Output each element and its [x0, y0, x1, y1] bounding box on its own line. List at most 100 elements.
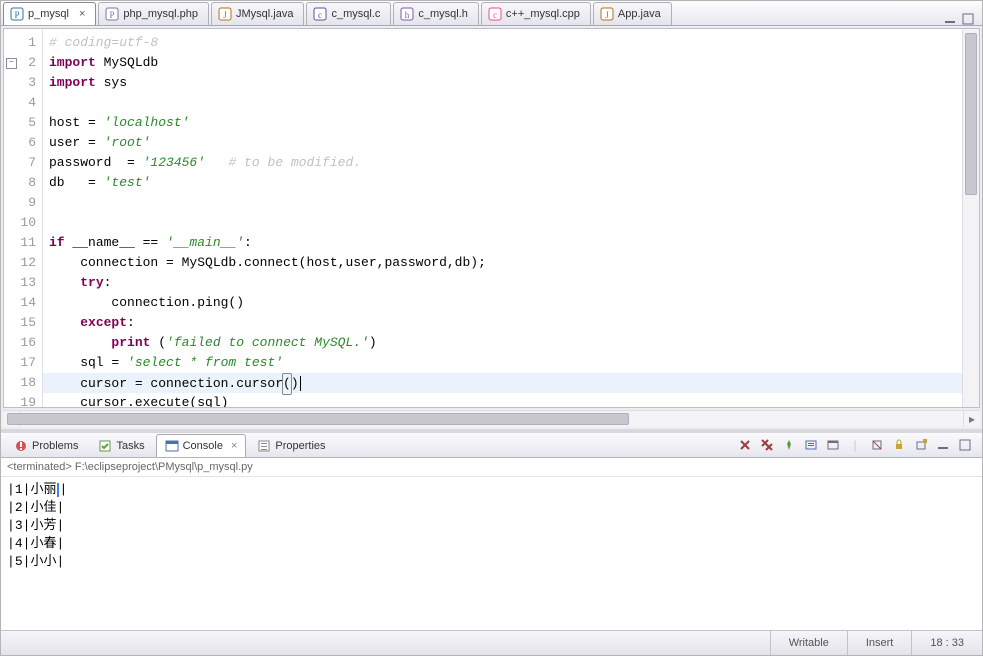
editor-horizontal-scrollbar[interactable]: ◂ ▸ — [3, 410, 980, 427]
line-number[interactable]: 1 — [4, 33, 42, 53]
console-line[interactable]: |5|小小| — [7, 553, 976, 571]
code-line[interactable]: except: — [43, 313, 962, 333]
line-number[interactable]: 3 — [4, 73, 42, 93]
line-number[interactable]: 6 — [4, 133, 42, 153]
editor-tab[interactable]: hc_mysql.h — [393, 2, 479, 25]
scroll-thumb[interactable] — [965, 33, 977, 195]
console-line[interactable]: |4|小春| — [7, 535, 976, 553]
close-icon[interactable]: × — [231, 440, 237, 452]
code-line[interactable]: connection = MySQLdb.connect(host,user,p… — [43, 253, 962, 273]
line-number[interactable]: 12 — [4, 253, 42, 273]
code-line[interactable]: cursor = connection.cursor() — [43, 373, 962, 393]
file-type-icon: c — [488, 7, 502, 21]
clear-console-icon[interactable] — [868, 436, 886, 454]
code-line[interactable]: password = '123456' # to be modified. — [43, 153, 962, 173]
minimize-panel-icon[interactable] — [944, 13, 956, 25]
editor-code[interactable]: # coding=utf-8import MySQLdbimport sys ho… — [43, 29, 962, 408]
editor-tab[interactable]: Pphp_mysql.php — [98, 2, 209, 25]
remove-all-launch-icon[interactable] — [758, 436, 776, 454]
code-line[interactable]: try: — [43, 273, 962, 293]
line-number[interactable]: −2 — [4, 53, 42, 73]
editor-tab[interactable]: JJMysql.java — [211, 2, 304, 25]
code-line[interactable]: sql = 'select * from test' — [43, 353, 962, 373]
line-number[interactable]: 14 — [4, 293, 42, 313]
editor-tab[interactable]: c c++_mysql.cpp — [481, 2, 591, 25]
line-number[interactable]: 16 — [4, 333, 42, 353]
view-tab[interactable]: Console× — [156, 434, 247, 457]
row-id: 1 — [15, 482, 23, 497]
close-icon[interactable]: × — [79, 8, 85, 20]
code-token: 'test' — [104, 175, 151, 190]
maximize-view-icon[interactable] — [956, 436, 974, 454]
code-line[interactable] — [43, 213, 962, 233]
code-token: password = — [49, 155, 143, 170]
console-line[interactable]: |1|小丽| — [7, 481, 976, 499]
console-output[interactable]: |1|小丽||2|小佳||3|小芳||4|小春||5|小小| — [1, 477, 982, 630]
editor-gutter: 1−2345678910111213141516171819 — [4, 29, 43, 408]
line-number[interactable]: 9 — [4, 193, 42, 213]
code-token: ( — [150, 335, 166, 350]
line-number[interactable]: 17 — [4, 353, 42, 373]
console-line[interactable]: |3|小芳| — [7, 517, 976, 535]
tab-label: App.java — [618, 8, 661, 20]
code-line[interactable]: user = 'root' — [43, 133, 962, 153]
code-token: connection.ping() — [49, 295, 244, 310]
code-line[interactable]: connection.ping() — [43, 293, 962, 313]
editor-tab[interactable]: JApp.java — [593, 2, 672, 25]
code-line[interactable] — [43, 93, 962, 113]
code-line[interactable] — [43, 193, 962, 213]
file-type-icon: P — [105, 7, 119, 21]
line-number[interactable]: 8 — [4, 173, 42, 193]
fold-toggle-icon[interactable]: − — [6, 58, 17, 69]
line-number[interactable]: 11 — [4, 233, 42, 253]
row-id: 3 — [15, 518, 23, 533]
status-cursor-pos: 18 : 33 — [911, 631, 982, 655]
view-tab[interactable]: Properties — [248, 434, 334, 457]
scroll-thumb[interactable] — [7, 413, 629, 425]
properties-icon — [257, 439, 271, 453]
open-console-icon[interactable] — [824, 436, 842, 454]
editor-tab[interactable]: Pp_mysql× — [3, 2, 96, 25]
line-number[interactable]: 15 — [4, 313, 42, 333]
display-selected-icon[interactable] — [802, 436, 820, 454]
code-token: : — [104, 275, 112, 290]
scroll-lock-icon[interactable] — [890, 436, 908, 454]
minimize-view-icon[interactable] — [934, 436, 952, 454]
tab-label: c++_mysql.cpp — [506, 8, 580, 20]
code-token: '__main__' — [166, 235, 244, 250]
line-number[interactable]: 10 — [4, 213, 42, 233]
line-number[interactable]: 18 — [4, 373, 42, 393]
editor-tab[interactable]: cc_mysql.c — [306, 2, 391, 25]
maximize-panel-icon[interactable] — [962, 13, 974, 25]
ide-root: Pp_mysql × Pphp_mysql.phpJJMysql.javacc_my… — [0, 0, 983, 656]
row-name: 小小 — [30, 554, 56, 569]
editor-vertical-scrollbar[interactable] — [962, 29, 979, 408]
code-line[interactable]: db = 'test' — [43, 173, 962, 193]
line-number[interactable]: 13 — [4, 273, 42, 293]
code-token: ) — [369, 335, 377, 350]
code-line[interactable]: if __name__ == '__main__': — [43, 233, 962, 253]
code-line[interactable]: import MySQLdb — [43, 53, 962, 73]
line-number[interactable]: 5 — [4, 113, 42, 133]
views-tabbar: ProblemsTasksConsole×Properties | — [1, 433, 982, 458]
code-line[interactable]: cursor.execute(sql) — [43, 393, 962, 408]
tab-label: p_mysql — [28, 8, 69, 20]
line-number[interactable]: 7 — [4, 153, 42, 173]
view-tab[interactable]: Problems — [5, 434, 87, 457]
new-console-icon[interactable] — [912, 436, 930, 454]
line-number[interactable]: 4 — [4, 93, 42, 113]
row-name: 小佳 — [30, 500, 56, 515]
code-line[interactable]: host = 'localhost' — [43, 113, 962, 133]
code-line[interactable]: print ('failed to connect MySQL.') — [43, 333, 962, 353]
code-token: sql = — [49, 355, 127, 370]
view-tab[interactable]: Tasks — [89, 434, 153, 457]
code-line[interactable]: # coding=utf-8 — [43, 33, 962, 53]
scroll-right-icon[interactable]: ▸ — [963, 411, 980, 427]
remove-launch-icon[interactable] — [736, 436, 754, 454]
code-token: user = — [49, 135, 104, 150]
code-line[interactable]: import sys — [43, 73, 962, 93]
code-token: cursor = connection.cursor — [49, 376, 283, 391]
code-token — [49, 275, 80, 290]
pin-console-icon[interactable] — [780, 436, 798, 454]
console-line[interactable]: |2|小佳| — [7, 499, 976, 517]
